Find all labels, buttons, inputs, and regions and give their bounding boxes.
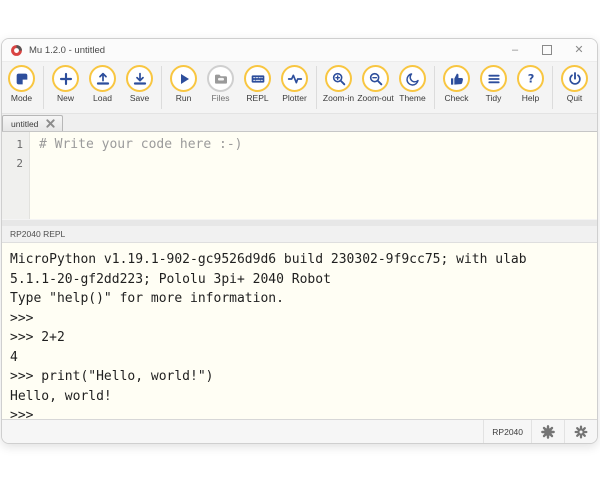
check-icon — [443, 65, 470, 92]
toolbar-button-new[interactable]: New — [47, 65, 84, 103]
toolbar-button-save[interactable]: Save — [121, 65, 158, 103]
toolbar-button-label: Load — [93, 93, 112, 103]
zoom-out-icon — [362, 65, 389, 92]
tab-close-icon[interactable] — [46, 119, 56, 128]
toolbar-button-label: Theme — [399, 93, 426, 103]
toolbar-button-repl[interactable]: REPL — [239, 65, 276, 103]
status-icon-cell[interactable] — [531, 420, 564, 443]
save-icon — [126, 65, 153, 92]
toolbar-button-theme[interactable]: Theme — [394, 65, 431, 103]
repl-header-label: RP2040 REPL — [10, 229, 66, 239]
line-number: 2 — [16, 157, 23, 170]
toolbar-button-label: New — [56, 93, 74, 103]
toolbar-separator — [43, 66, 44, 109]
repl-line: MicroPython v1.19.1-902-gc9526d9d6 build… — [10, 252, 527, 267]
toolbar-separator — [552, 66, 553, 109]
quit-icon — [561, 65, 588, 92]
toolbar-button-label: Quit — [566, 93, 583, 103]
repl-line: 5.1.1-20-gf2dd223; Pololu 3pi+ 2040 Robo… — [10, 271, 331, 287]
files-icon — [207, 65, 234, 92]
pane-splitter[interactable] — [2, 219, 597, 226]
toolbar-button-label: REPL — [246, 93, 269, 103]
toolbar-separator — [161, 66, 162, 109]
admin-gear-icon — [573, 424, 589, 440]
toolbar-separator — [434, 66, 435, 109]
toolbar-button-zoom-in[interactable]: Zoom-in — [320, 65, 357, 103]
toolbar-button-mode[interactable]: Mode — [3, 65, 40, 103]
toolbar-separator — [316, 66, 317, 109]
code-area[interactable]: # Write your code here :-) — [30, 132, 597, 219]
status-mode-label: RP2040 — [492, 426, 523, 437]
repl-output[interactable]: MicroPython v1.19.1-902-gc9526d9d6 build… — [2, 243, 597, 419]
svg-text:?: ? — [527, 71, 534, 85]
repl-line: >>> — [10, 310, 42, 326]
repl-line: Hello, world! — [10, 388, 112, 404]
titlebar: Mu 1.2.0 - untitled – ✕ — [2, 39, 597, 62]
status-icon-cell[interactable] — [564, 420, 597, 443]
tab-bar: untitled — [2, 114, 597, 132]
window-controls: – ✕ — [509, 44, 585, 56]
toolbar-button-label: Run — [175, 93, 192, 103]
toolbar-button-zoom-out[interactable]: Zoom-out — [357, 65, 394, 103]
toolbar-button-label: Save — [129, 93, 150, 103]
code-line: # Write your code here :-) — [39, 137, 243, 152]
toolbar-button-label: Mode — [10, 93, 33, 103]
maximize-button[interactable] — [541, 44, 553, 56]
toolbar-button-run[interactable]: Run — [165, 65, 202, 103]
theme-icon — [399, 65, 426, 92]
code-editor[interactable]: 12 # Write your code here :-) — [2, 132, 597, 219]
toolbar-button-quit[interactable]: Quit — [556, 65, 593, 103]
mu-app-window: Mu 1.2.0 - untitled – ✕ Mode New Load Save R… — [1, 38, 598, 444]
toolbar-button-load[interactable]: Load — [84, 65, 121, 103]
run-icon — [170, 65, 197, 92]
device-gear-icon — [540, 424, 556, 440]
close-button[interactable]: ✕ — [573, 44, 585, 56]
repl-icon — [244, 65, 271, 92]
status-bar: RP2040 — [2, 419, 597, 443]
mu-logo-icon — [10, 44, 23, 57]
toolbar-button-label: Plotter — [282, 93, 307, 103]
minimize-button[interactable]: – — [509, 44, 521, 56]
toolbar-button-label: Help — [521, 93, 540, 103]
repl-line: >>> print("Hello, world!") — [10, 369, 214, 384]
toolbar-button-check[interactable]: Check — [438, 65, 475, 103]
repl-line: >>> 2+2 — [10, 330, 65, 345]
tidy-icon — [480, 65, 507, 92]
zoom-in-icon — [325, 65, 352, 92]
toolbar: Mode New Load Save Run Files REPL Plotter Zoom-i… — [2, 62, 597, 114]
tab-label: untitled — [11, 118, 39, 129]
tab-untitled[interactable]: untitled — [2, 115, 64, 131]
toolbar-button-label: Zoom-in — [322, 93, 355, 103]
repl-line: 4 — [10, 349, 18, 365]
new-icon — [52, 65, 79, 92]
mode-icon — [8, 65, 35, 92]
load-icon — [89, 65, 116, 92]
toolbar-button-label: Files — [211, 93, 230, 103]
line-number: 1 — [16, 138, 23, 151]
toolbar-button-tidy[interactable]: Tidy — [475, 65, 512, 103]
plotter-icon — [281, 65, 308, 92]
toolbar-button-label: Tidy — [485, 93, 502, 103]
repl-line: >>> — [10, 408, 42, 419]
repl-line: Type "help()" for more information. — [10, 291, 284, 306]
window-title: Mu 1.2.0 - untitled — [29, 44, 106, 56]
toolbar-button-label: Check — [444, 93, 469, 103]
repl-header: RP2040 REPL — [2, 226, 597, 243]
toolbar-button-help[interactable]: ? Help — [512, 65, 549, 103]
toolbar-button-files: Files — [202, 65, 239, 103]
status-mode-cell: RP2040 — [483, 420, 531, 443]
line-number-gutter: 12 — [2, 132, 30, 219]
toolbar-button-plotter[interactable]: Plotter — [276, 65, 313, 103]
toolbar-button-label: Zoom-out — [357, 93, 394, 103]
help-icon: ? — [517, 65, 544, 92]
